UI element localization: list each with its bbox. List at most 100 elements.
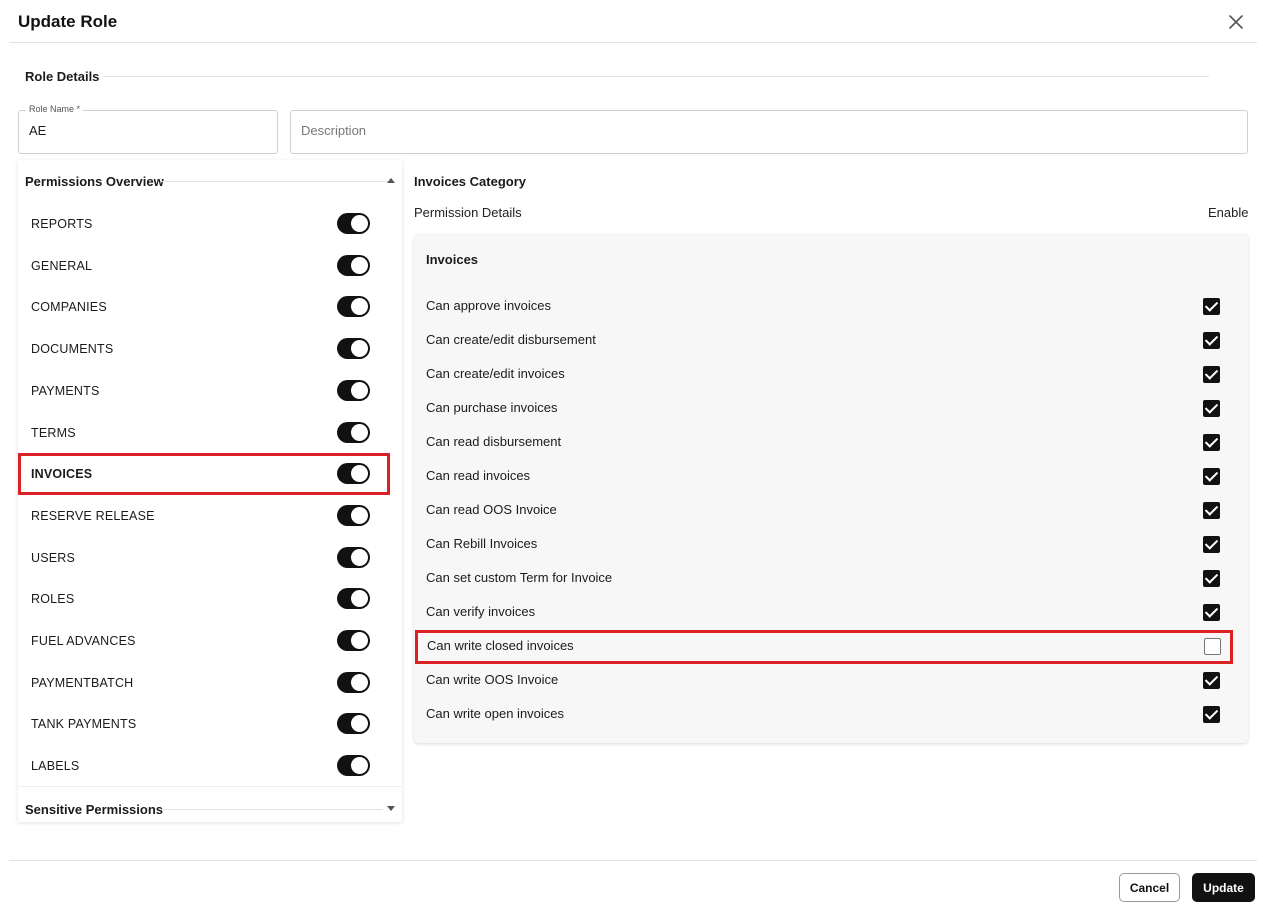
permission-category-row[interactable]: REPORTS [18,203,390,245]
checkbox-checked[interactable] [1203,672,1220,689]
permission-row: Can read invoices [414,460,1232,494]
permission-toggle[interactable] [337,338,370,360]
permission-row: Can read disbursement [414,426,1232,460]
expand-caret-icon[interactable] [387,806,395,811]
permission-row: Can write closed invoices [415,630,1233,664]
permission-category-row[interactable]: PAYMENTS [18,370,390,412]
permission-category-row[interactable]: COMPANIES [18,286,390,328]
permission-category-label: INVOICES [31,467,93,482]
checkbox-unchecked[interactable] [1204,638,1221,655]
permission-toggle[interactable] [337,504,370,526]
checkbox-checked[interactable] [1203,570,1220,587]
role-name-label: Role Name * [26,104,84,114]
permission-toggle[interactable] [337,213,370,234]
permission-category-label: TERMS [31,425,76,440]
checkbox-checked[interactable] [1203,298,1220,315]
permission-category-label: RESERVE RELEASE [31,508,155,523]
invoices-card-title: Invoices [426,252,479,267]
enable-label: Enable [1208,205,1249,220]
permission-row: Can create/edit invoices [414,358,1232,392]
permission-toggle[interactable] [337,588,370,610]
permission-details-label: Permission Details [414,205,522,220]
permission-label: Can read disbursement [426,434,562,449]
permission-category-row[interactable]: DOCUMENTS [18,328,390,370]
permission-category-row[interactable]: TERMS [18,412,390,454]
permission-category-label: FUEL ADVANCES [31,634,136,648]
permission-category-row[interactable]: FUEL ADVANCES [18,620,390,662]
permission-category-label: COMPANIES [31,300,107,315]
permission-toggle[interactable] [337,713,370,735]
permission-toggle[interactable] [337,296,370,318]
header-divider [9,42,1257,43]
permission-label: Can read invoices [426,468,531,483]
role-name-input[interactable] [29,123,262,138]
permission-row: Can read OOS Invoice [414,494,1232,528]
permission-toggle[interactable] [337,421,370,443]
permission-label: Can create/edit disbursement [426,332,596,347]
permission-category-label: GENERAL [31,258,93,273]
section-divider [18,786,402,787]
permission-toggle[interactable] [337,671,370,693]
role-details-heading: Role Details [25,69,100,84]
permission-category-row[interactable]: INVOICES [18,453,390,496]
checkbox-checked[interactable] [1203,434,1220,451]
sensitive-permissions-heading[interactable]: Sensitive Permissions [25,802,163,817]
permission-category-row[interactable]: TANK PAYMENTS [18,703,390,745]
permission-category-label: USERS [31,550,76,565]
section-divider [103,76,1209,77]
collapse-caret-icon[interactable] [387,178,395,183]
permission-category-label: TANK PAYMENTS [31,717,137,732]
footer-divider [9,860,1257,861]
permissions-overview-panel: Permissions Overview REPORTS GENERAL COMPA… [18,160,402,822]
permission-label: Can read OOS Invoice [426,502,557,517]
permission-category-row[interactable]: PAYMENTBATCH [18,662,390,704]
permission-category-row[interactable]: RESERVE RELEASE [18,495,390,537]
permission-label: Can set custom Term for Invoice [426,570,613,585]
permission-row: Can purchase invoices [414,392,1232,426]
permission-toggle[interactable] [337,463,370,485]
permissions-overview-heading: Permissions Overview [25,174,164,189]
dialog-header: Update Role [0,0,1263,43]
permission-category-row[interactable]: GENERAL [18,245,390,287]
checkbox-checked[interactable] [1203,604,1220,621]
permission-label: Can Rebill Invoices [426,536,538,551]
permission-row: Can set custom Term for Invoice [414,562,1232,596]
role-name-field[interactable]: Role Name * [18,104,278,154]
description-input[interactable] [301,123,1162,138]
permission-toggle[interactable] [337,630,370,651]
permission-label: Can purchase invoices [426,400,558,415]
permission-category-row[interactable]: LABELS [18,745,390,787]
checkbox-checked[interactable] [1203,400,1220,417]
permission-toggle[interactable] [337,254,370,276]
description-field[interactable] [290,110,1248,154]
checkbox-checked[interactable] [1203,706,1220,723]
cancel-button[interactable]: Cancel [1119,873,1180,902]
permission-category-label: DOCUMENTS [31,342,114,357]
permission-label: Can approve invoices [426,298,552,313]
checkbox-checked[interactable] [1203,468,1220,485]
category-title: Invoices Category [414,174,526,189]
permission-toggle[interactable] [337,546,370,568]
checkbox-checked[interactable] [1203,366,1220,383]
permission-label: Can create/edit invoices [426,366,565,381]
permission-category-label: ROLES [31,592,75,607]
permission-category-label: PAYMENTS [31,383,100,398]
permission-label: Can verify invoices [426,604,536,619]
permission-category-label: REPORTS [31,217,93,231]
permission-label: Can write OOS Invoice [426,672,559,687]
checkbox-checked[interactable] [1203,502,1220,519]
permission-category-label: LABELS [31,759,80,774]
permission-toggle[interactable] [337,379,370,401]
permission-label: Can write closed invoices [427,638,574,653]
permission-row: Can Rebill Invoices [414,528,1232,562]
section-divider [161,181,391,182]
checkbox-checked[interactable] [1203,332,1220,349]
close-icon[interactable] [1226,12,1246,32]
permission-category-row[interactable]: ROLES [18,578,390,620]
permission-category-row[interactable]: USERS [18,537,390,579]
update-button[interactable]: Update [1192,873,1255,902]
permission-row: Can verify invoices [414,596,1232,630]
dialog-title: Update Role [18,12,118,31]
checkbox-checked[interactable] [1203,536,1220,553]
permission-toggle[interactable] [337,755,370,777]
